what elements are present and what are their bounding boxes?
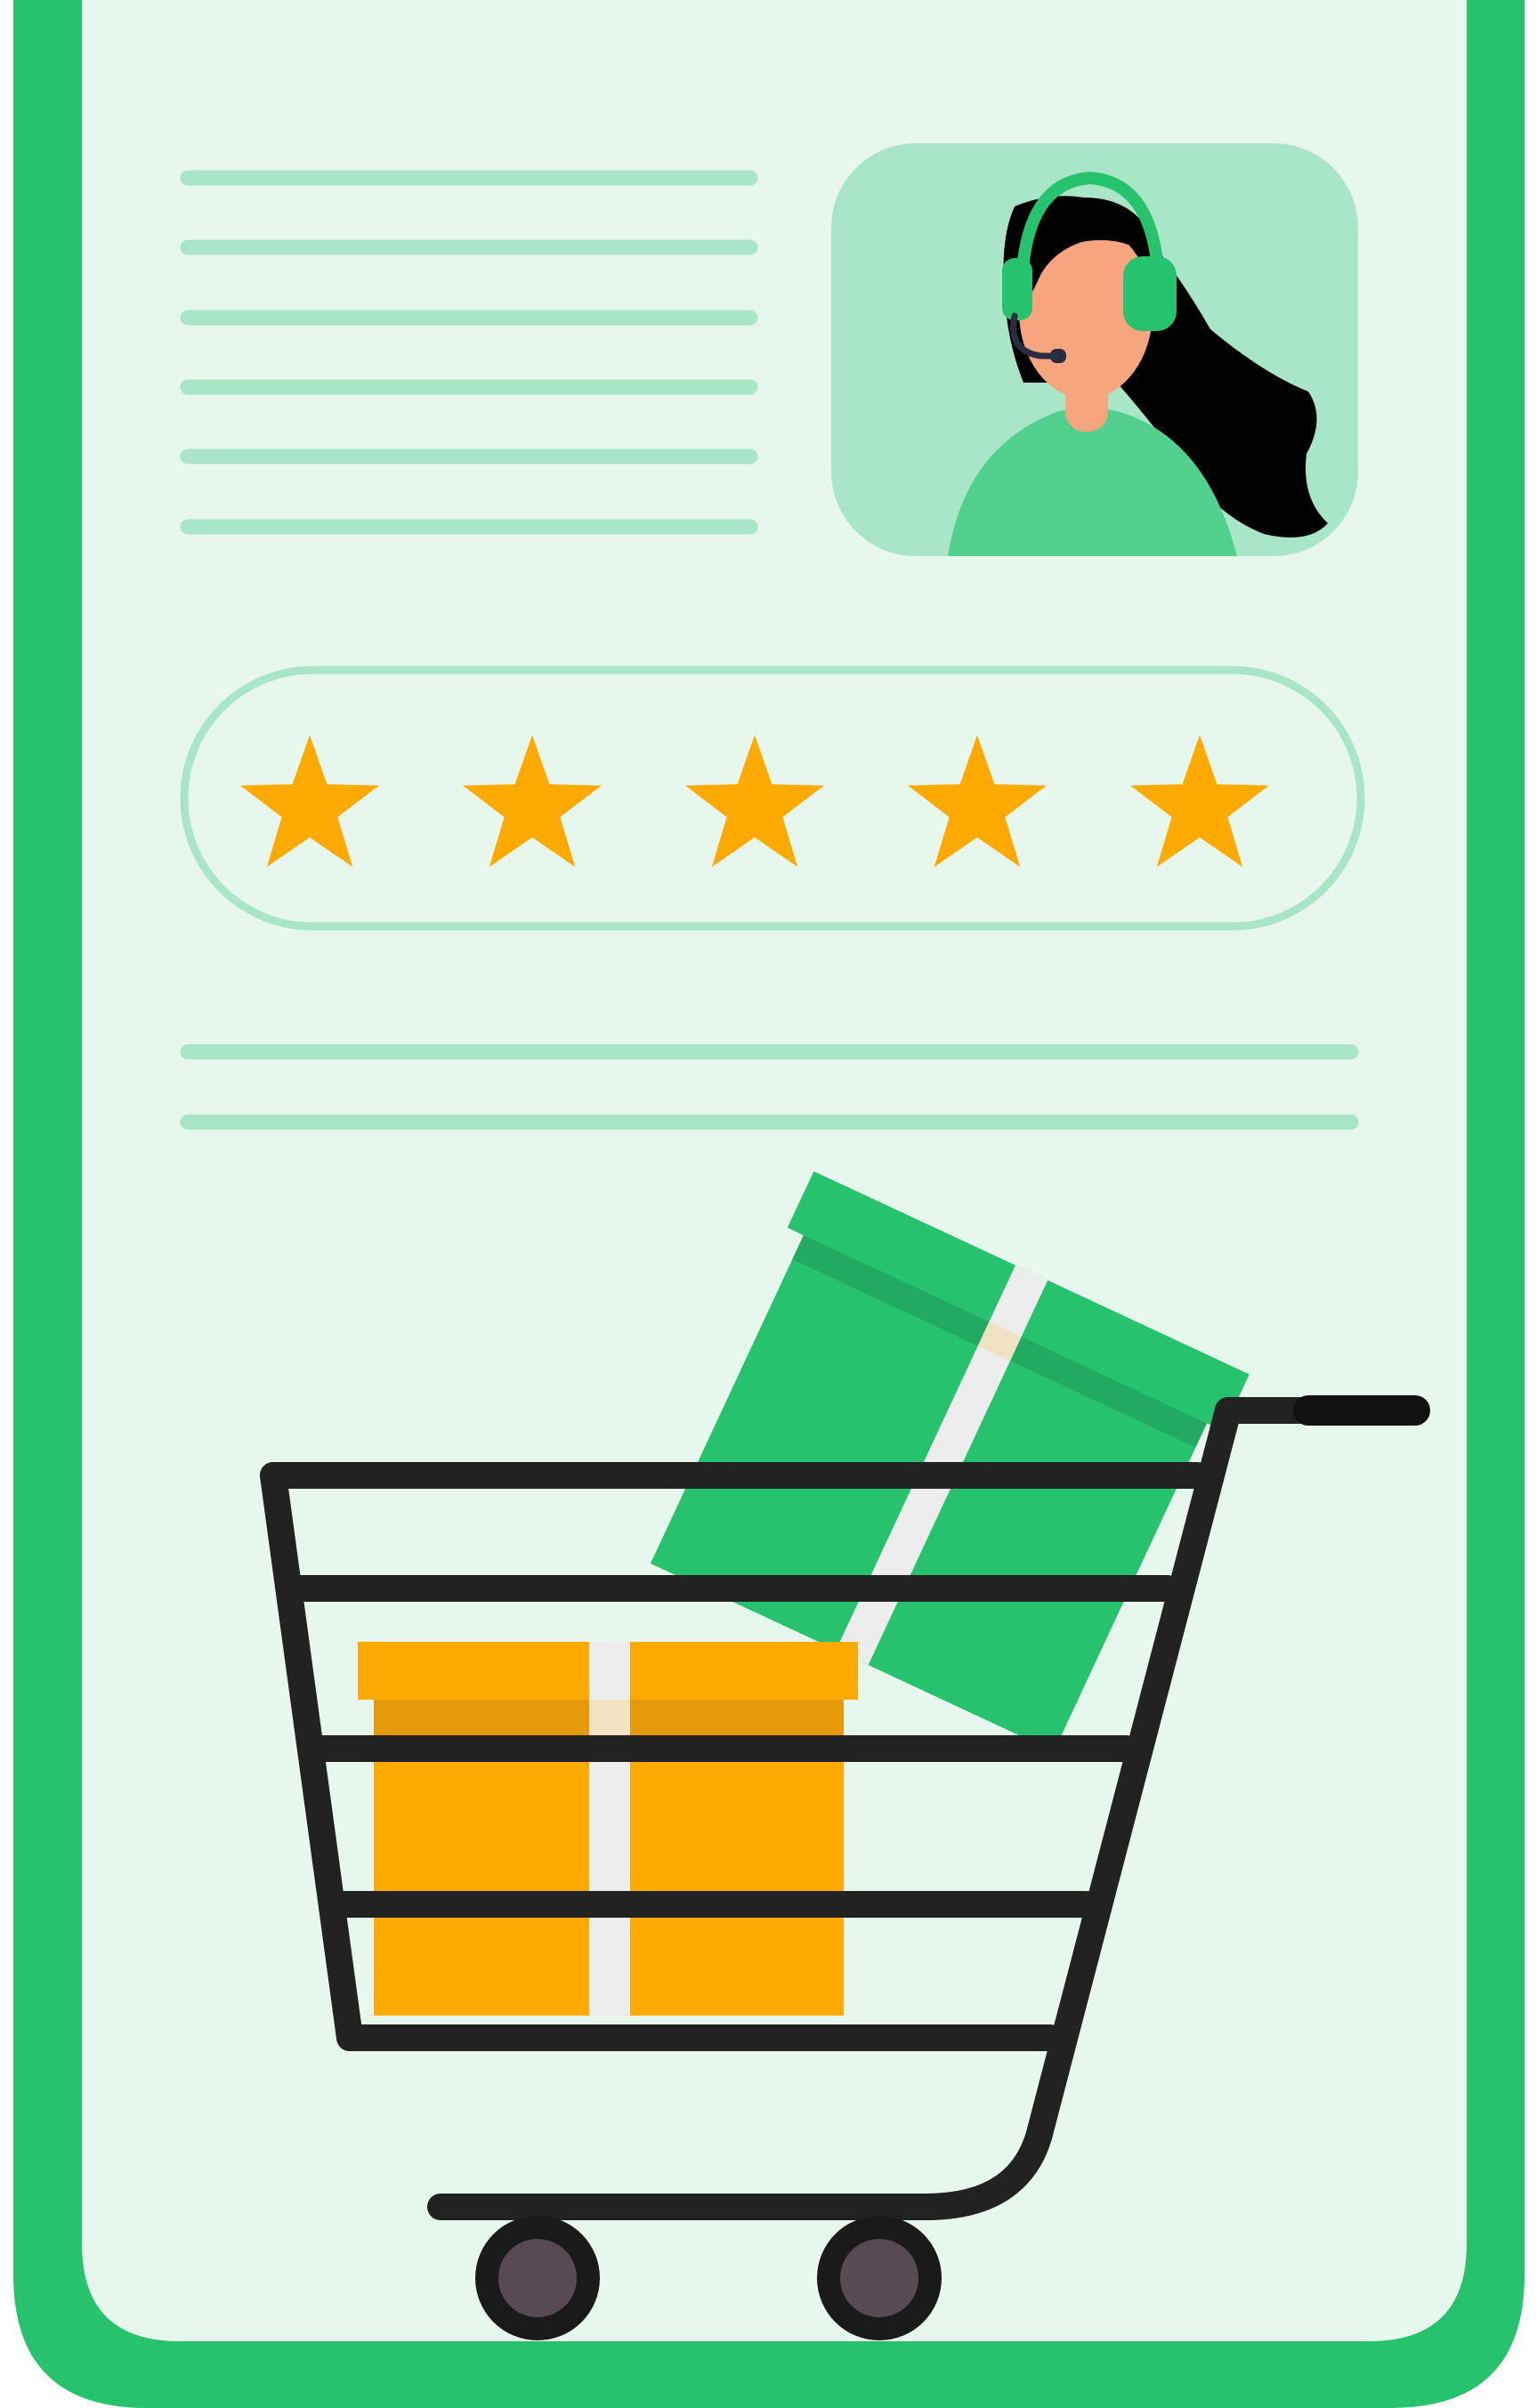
phone-illustration [0, 0, 1537, 2408]
gift-box-icon-orange [358, 1642, 858, 2016]
review-illustration-svg [13, 0, 1525, 2408]
support-agent-avatar [831, 143, 1358, 556]
